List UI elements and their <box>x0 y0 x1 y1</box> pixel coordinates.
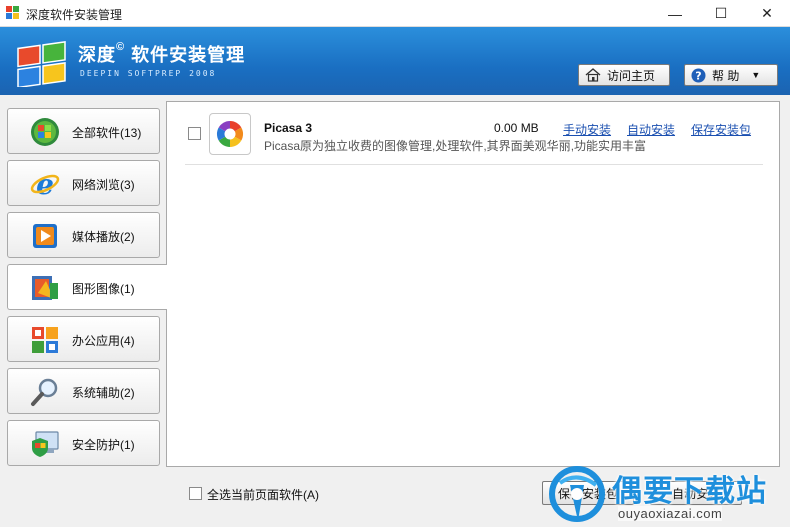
watermark-title: 偶要下载站 <box>612 475 767 508</box>
select-all-checkbox[interactable] <box>189 487 202 500</box>
software-size: 0.00 MB <box>494 121 539 135</box>
ie-browser-icon: e <box>30 169 60 199</box>
sidebar-item-browsers[interactable]: e 网络浏览(3) <box>7 160 160 206</box>
graphics-image-icon <box>32 276 58 300</box>
maximize-button[interactable]: ☐ <box>698 0 744 27</box>
magnifier-icon <box>31 378 58 406</box>
sidebar-item-security[interactable]: 安全防护(1) <box>7 420 160 466</box>
sidebar-item-system[interactable]: 系统辅助(2) <box>7 368 160 414</box>
sidebar-item-graphics[interactable]: 图形图像(1) <box>7 264 167 310</box>
watermark-logo-icon <box>549 466 605 522</box>
home-icon <box>585 68 601 82</box>
select-all-label[interactable]: 全选当前页面软件(A) <box>207 486 319 503</box>
row-divider <box>185 164 763 165</box>
chevron-down-icon: ▼ <box>751 70 761 80</box>
auto-install-link[interactable]: 自动安装 <box>627 121 675 138</box>
media-player-icon <box>33 224 57 248</box>
software-name: Picasa 3 <box>264 121 313 135</box>
select-software-checkbox[interactable] <box>188 127 201 140</box>
deepin-logo-icon <box>17 40 66 87</box>
window-title: 深度软件安装管理 <box>26 8 123 22</box>
banner-subtitle: DEEPIN SOFTPREP 2008 <box>80 69 217 78</box>
sidebar-item-media[interactable]: 媒体播放(2) <box>7 212 160 258</box>
office-icon <box>32 327 58 353</box>
svg-text:e: e <box>36 169 54 199</box>
svg-text:?: ? <box>695 69 701 82</box>
list-item: Picasa 3 0.00 MB 手动安装 自动安装 保存安装包 Picasa原… <box>167 102 779 160</box>
app-icon <box>6 6 19 19</box>
picasa-app-icon <box>209 113 251 155</box>
minimize-button[interactable]: — <box>652 0 698 27</box>
sidebar-item-all[interactable]: 全部软件(13) <box>7 108 160 154</box>
help-icon: ? <box>691 68 706 82</box>
watermark-url: ouyaoxiazai.com <box>618 506 723 521</box>
close-button[interactable]: ✕ <box>744 0 790 27</box>
header-banner: 深度© 软件安装管理 DEEPIN SOFTPREP 2008 <box>0 27 790 95</box>
sidebar-item-office[interactable]: 办公应用(4) <box>7 316 160 362</box>
windows-orb-icon <box>31 118 59 146</box>
visit-homepage-button[interactable]: 访问主页 <box>578 64 670 86</box>
software-list-panel: Picasa 3 0.00 MB 手动安装 自动安装 保存安装包 Picasa原… <box>166 101 780 467</box>
help-button[interactable]: ? 帮 助 ▼ <box>684 64 778 86</box>
title-bar: 深度软件安装管理 — ☐ ✕ <box>0 0 790 27</box>
software-description: Picasa原为独立收费的图像管理,处理软件,其界面美观华丽,功能实用丰富 <box>264 139 647 153</box>
site-watermark: 偶要下载站 ouyaoxiazai.com <box>548 463 790 527</box>
manual-install-link[interactable]: 手动安装 <box>563 121 611 138</box>
security-icon <box>32 431 59 457</box>
picasa-icon <box>216 120 244 148</box>
save-package-link[interactable]: 保存安装包 <box>691 121 751 138</box>
banner-title: 深度© 软件安装管理 <box>78 41 246 65</box>
